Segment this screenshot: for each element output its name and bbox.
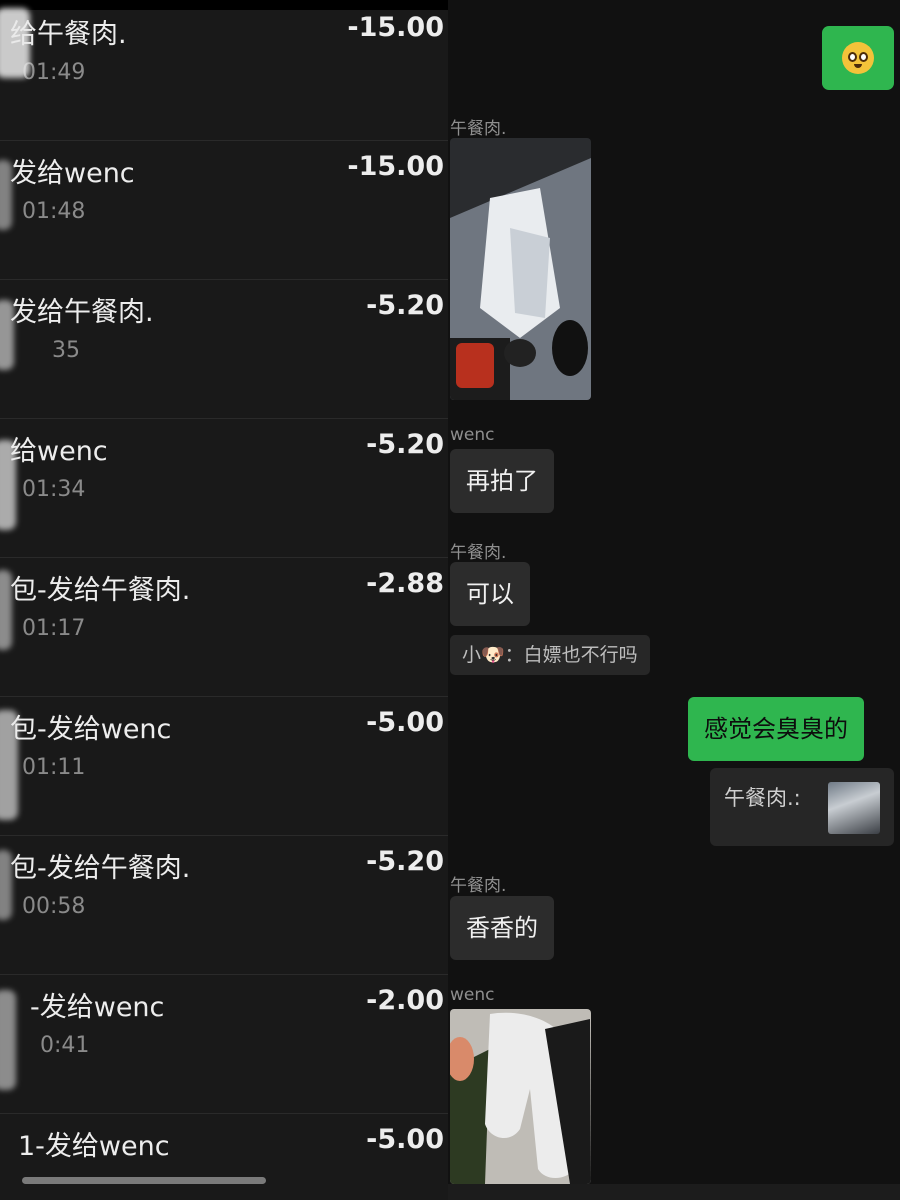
transaction-title: 包-发给午餐肉. [10,575,191,606]
transaction-time: 01:34 [22,477,86,502]
transaction-time: 01:48 [22,199,86,224]
transaction-amount: -5.20 [366,290,444,321]
transaction-time: 01:11 [22,755,86,780]
scroll-indicator[interactable] [22,1177,266,1184]
transaction-row[interactable]: 给wenc 01:34 -5.20 [0,419,448,558]
transaction-title: 包-发给午餐肉. [10,853,191,884]
transaction-time: 0:41 [40,1033,90,1058]
transaction-list-panel: 给午餐肉. 01:49 -15.00 发给wenc 01:48 -15.00 发… [0,0,448,1200]
transaction-row[interactable]: 给午餐肉. 01:49 -15.00 [0,2,448,141]
sender-name: wenc [450,425,495,445]
photo-message[interactable] [450,138,591,400]
transaction-row[interactable]: -发给wenc 0:41 -2.00 [0,975,448,1114]
quoted-sender: 午餐肉.: [724,786,801,810]
pleading-face-emoji-icon [842,42,874,74]
transaction-amount: -5.00 [366,707,444,738]
sender-name: 午餐肉. [450,119,507,139]
transaction-title: 给wenc [10,436,108,467]
quoted-reply[interactable]: 小🐶：白嫖也不行吗 [450,635,650,675]
redaction-mark [0,990,16,1090]
transaction-row[interactable]: 包-发给午餐肉. 01:17 -2.88 [0,558,448,697]
transaction-amount: -5.20 [366,429,444,460]
quoted-image-reference[interactable]: 午餐肉.: [710,768,894,846]
my-emoji-message[interactable] [822,26,894,90]
redaction-mark [0,160,12,230]
transaction-time: 01:17 [22,616,86,641]
transaction-amount: -15.00 [347,151,444,182]
my-text-message[interactable]: 感觉会臭臭的 [688,697,864,761]
transaction-row[interactable]: 包-发给wenc 01:11 -5.00 [0,697,448,836]
transaction-amount: -2.88 [366,568,444,599]
photo-message[interactable] [450,1009,591,1184]
transaction-title: 发给wenc [10,158,135,189]
redaction-mark [0,850,12,920]
transaction-title: 1-发给wenc [18,1131,170,1162]
transaction-title: 包-发给wenc [10,714,172,745]
transaction-row[interactable]: 发给wenc 01:48 -15.00 [0,141,448,280]
transaction-row[interactable]: 1-发给wenc -5.00 [0,1114,448,1200]
redaction-mark [0,300,14,370]
transaction-time: 01:49 [22,60,86,85]
chat-panel: 午餐肉. wenc 再拍了 午餐肉. 可以 小🐶：白嫖也不行吗 感觉会臭臭的 午… [448,0,900,1200]
text-message[interactable]: 再拍了 [450,449,554,513]
transaction-amount: -15.00 [347,12,444,43]
transaction-row[interactable]: 包-发给午餐肉. 00:58 -5.20 [0,836,448,975]
sender-name: 午餐肉. [450,876,507,896]
transaction-amount: -5.20 [366,846,444,877]
text-message[interactable]: 可以 [450,562,530,626]
sender-name: 午餐肉. [450,543,507,563]
transaction-amount: -5.00 [366,1124,444,1155]
redaction-mark [0,440,16,530]
transaction-title: 发给午餐肉. [10,297,154,328]
redaction-mark [0,710,18,820]
transaction-title: -发给wenc [30,992,165,1023]
transaction-amount: -2.00 [366,985,444,1016]
bottom-bar [448,1184,900,1200]
transaction-time: 35 [52,338,80,363]
transaction-time: 00:58 [22,894,86,919]
photo-thumbnail-icon [828,782,880,834]
transaction-row[interactable]: 发给午餐肉. 35 -5.20 [0,280,448,419]
redaction-mark [0,8,30,78]
redaction-mark [0,570,12,650]
sender-name: wenc [450,985,495,1005]
text-message[interactable]: 香香的 [450,896,554,960]
